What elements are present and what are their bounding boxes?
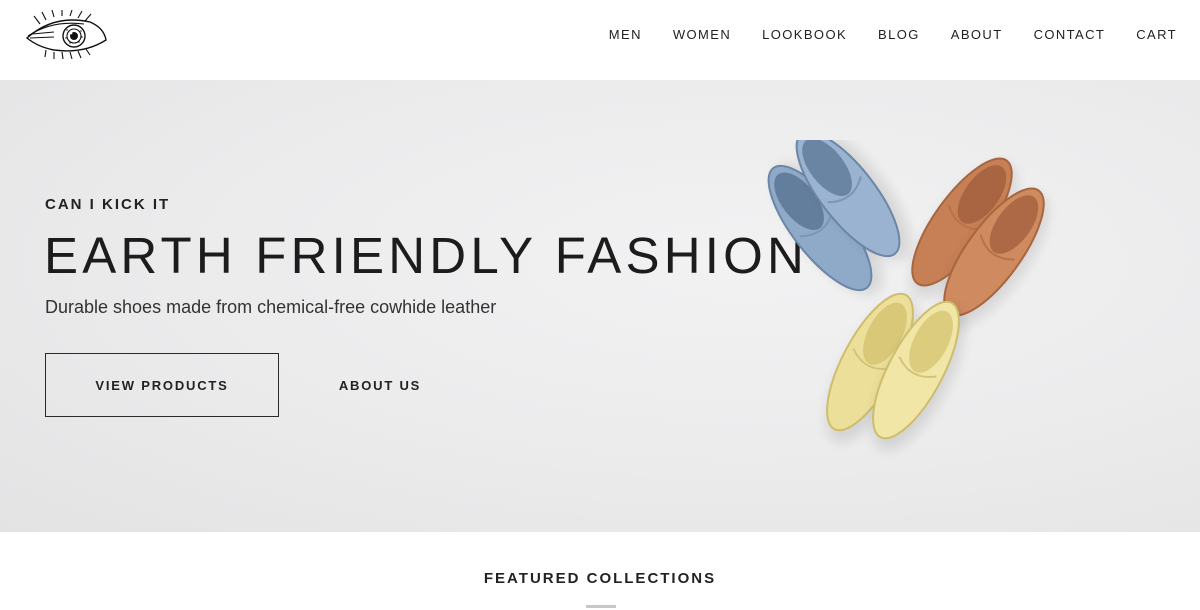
main-nav: MEN WOMEN LOOKBOOK BLOG ABOUT CONTACT CA…	[609, 26, 1177, 42]
hero-eyebrow: CAN I KICK IT	[45, 196, 171, 213]
about-us-button[interactable]: ABOUT US	[318, 353, 442, 417]
nav-lookbook[interactable]: LOOKBOOK	[762, 27, 847, 42]
nav-contact[interactable]: CONTACT	[1034, 27, 1106, 42]
nav-women[interactable]: WOMEN	[673, 27, 731, 42]
hero-title: EARTH FRIENDLY FASHION	[44, 227, 809, 284]
yellow-shoe-pair	[826, 292, 965, 451]
eye-logo-icon[interactable]	[24, 10, 110, 62]
view-products-button[interactable]: VIEW PRODUCTS	[45, 353, 279, 417]
featured-collections-heading: FEATURED COLLECTIONS	[483, 570, 717, 587]
hero-banner: CAN I KICK IT EARTH FRIENDLY FASHION Dur…	[0, 80, 1200, 532]
nav-cart[interactable]: CART	[1136, 27, 1177, 42]
blue-shoe-pair	[767, 140, 912, 295]
shoes-product-image	[767, 140, 1049, 451]
hero-subtitle: Durable shoes made from chemical-free co…	[45, 297, 497, 317]
section-divider	[586, 605, 616, 608]
nav-about[interactable]: ABOUT	[951, 27, 1003, 42]
featured-collections-section: FEATURED COLLECTIONS	[0, 532, 1200, 610]
nav-men[interactable]: MEN	[609, 27, 642, 42]
nav-blog[interactable]: BLOG	[878, 27, 920, 42]
site-header: MEN WOMEN LOOKBOOK BLOG ABOUT CONTACT CA…	[0, 0, 1200, 80]
